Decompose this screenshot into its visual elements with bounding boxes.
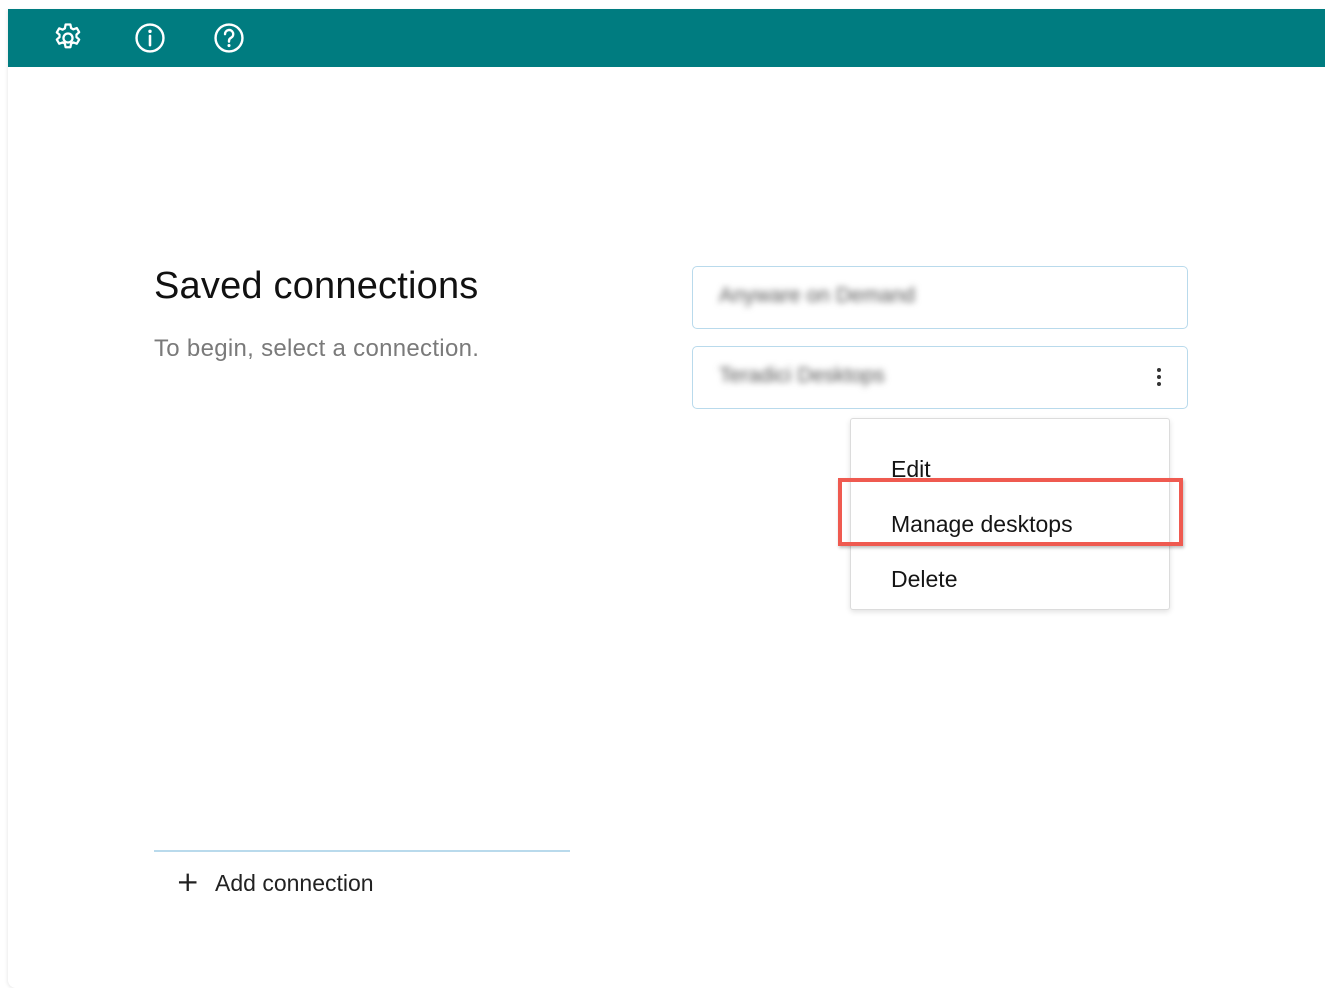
- add-connection-label: Add connection: [215, 870, 374, 896]
- help-icon[interactable]: [212, 21, 246, 55]
- connection-card-teradici[interactable]: Teradici Desktops: [692, 346, 1188, 409]
- connection-name: Teradici Desktops: [719, 364, 885, 387]
- connection-card-anyware[interactable]: Anyware on Demand: [692, 266, 1188, 329]
- page-subtitle: To begin, select a connection.: [154, 335, 480, 362]
- app-window: Saved connections To begin, select a con…: [8, 9, 1325, 988]
- info-icon[interactable]: [133, 21, 167, 55]
- more-options-icon[interactable]: [1153, 365, 1165, 391]
- connection-name: Anyware on Demand: [719, 284, 916, 307]
- page-title: Saved connections: [154, 265, 479, 307]
- gear-icon[interactable]: [51, 21, 85, 55]
- divider: [154, 850, 570, 852]
- menu-item-delete[interactable]: Delete: [891, 566, 957, 593]
- plus-icon: +: [176, 865, 200, 898]
- highlight-box: [838, 478, 1183, 546]
- top-toolbar: [8, 9, 1325, 67]
